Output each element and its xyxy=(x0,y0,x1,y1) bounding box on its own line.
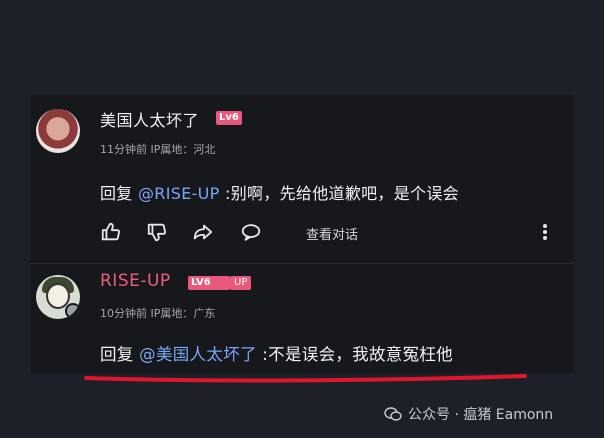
comment-thread: 美国人太坏了 Lv6 11分钟前 IP属地：河北 回复 @RISE-UP :别啊… xyxy=(30,95,573,373)
comment-item: RISE-UP LV6 UP 10分钟前 IP属地：广东 回复 @美国人太坏了 … xyxy=(30,263,573,373)
dislike-icon xyxy=(147,223,167,242)
reply-body: :别啊，先给他道歉吧，是个误会 xyxy=(219,184,459,203)
watermark: 公众号 · 瘟猪 Eamonn xyxy=(384,404,553,424)
mention-link[interactable]: @美国人太坏了 xyxy=(139,345,257,364)
reply-body: :不是误会，我故意冤枉他 xyxy=(256,345,453,364)
red-underline-annotation xyxy=(84,374,527,383)
reply-button[interactable] xyxy=(240,221,262,243)
avatar[interactable] xyxy=(36,109,80,153)
comment-meta: 10分钟前 IP属地：广东 xyxy=(100,307,216,320)
comment-text: 回复 @RISE-UP :别啊，先给他道歉吧，是个误会 xyxy=(100,180,459,204)
level-badge: LV6 xyxy=(188,276,230,290)
level-badge: Lv6 xyxy=(216,111,242,125)
like-icon xyxy=(101,222,121,241)
view-conversation-link[interactable]: 查看对话 xyxy=(306,224,358,243)
reply-prefix: 回复 xyxy=(100,345,140,364)
avatar[interactable] xyxy=(36,275,80,319)
watermark-text: 公众号 · 瘟猪 Eamonn xyxy=(408,407,554,423)
more-vertical-icon xyxy=(543,224,547,240)
wechat-icon xyxy=(384,407,402,421)
dislike-button[interactable] xyxy=(146,221,168,243)
comment-item: 美国人太坏了 Lv6 11分钟前 IP属地：河北 回复 @RISE-UP :别啊… xyxy=(30,95,573,263)
more-button[interactable] xyxy=(540,221,550,243)
comment-actions: 查看对话 xyxy=(100,221,560,245)
like-button[interactable] xyxy=(100,221,122,243)
comment-meta: 11分钟前 IP属地：河北 xyxy=(100,143,216,156)
mention-link[interactable]: @RISE-UP xyxy=(138,184,220,203)
comment-icon xyxy=(241,224,261,241)
reply-prefix: 回复 xyxy=(100,184,138,203)
share-icon xyxy=(193,224,213,240)
username[interactable]: 美国人太坏了 xyxy=(100,107,199,131)
share-button[interactable] xyxy=(192,221,214,243)
username[interactable]: RISE-UP xyxy=(100,271,171,291)
comment-text: 回复 @美国人太坏了 :不是误会，我故意冤枉他 xyxy=(100,341,453,365)
up-badge: UP xyxy=(230,276,252,290)
